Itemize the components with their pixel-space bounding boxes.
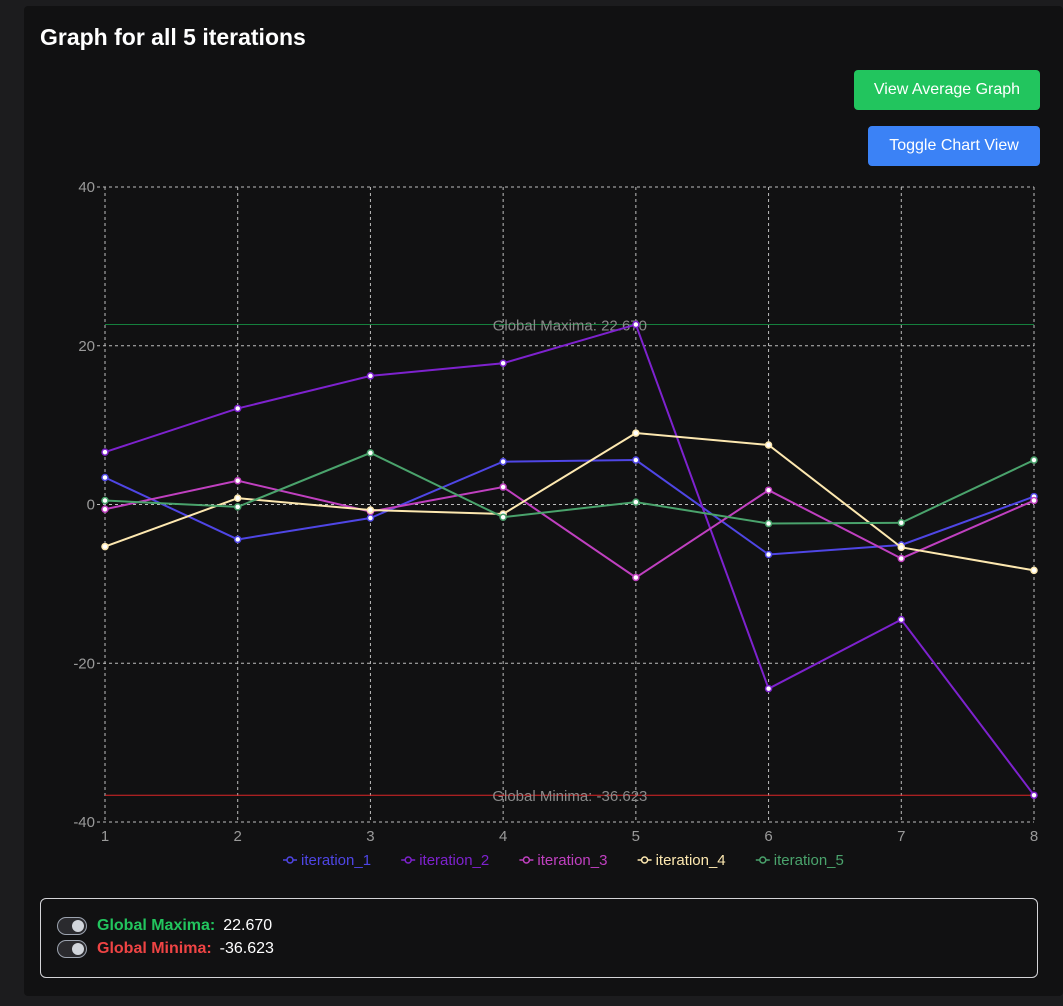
data-point bbox=[366, 506, 375, 514]
global-stats-box: Global Maxima: 22.670 Global Minima: -36… bbox=[40, 898, 1038, 978]
x-tick-label: 6 bbox=[764, 828, 772, 845]
series-line bbox=[104, 451, 1035, 525]
data-point bbox=[101, 496, 109, 505]
global-minima-toggle[interactable] bbox=[57, 940, 87, 958]
annotation-label: Global Minima: -36.623 bbox=[492, 788, 647, 805]
data-point bbox=[764, 550, 773, 559]
data-point bbox=[632, 320, 640, 329]
x-tick-label: 1 bbox=[101, 828, 109, 845]
data-point bbox=[764, 486, 773, 494]
data-point bbox=[101, 542, 109, 551]
legend-swatch-point bbox=[404, 856, 412, 864]
data-point bbox=[366, 514, 375, 522]
data-point bbox=[764, 441, 773, 449]
data-point bbox=[366, 372, 375, 380]
y-tick-label: -40 bbox=[73, 814, 95, 831]
data-point bbox=[632, 456, 640, 464]
data-point bbox=[897, 519, 906, 527]
data-point bbox=[233, 494, 242, 502]
data-point bbox=[1030, 566, 1038, 575]
data-point bbox=[233, 503, 242, 511]
x-tick-label: 5 bbox=[632, 828, 640, 845]
x-tick-label: 3 bbox=[366, 828, 374, 845]
x-tick-label: 8 bbox=[1030, 828, 1038, 845]
annotation-label: Global Maxima: 22.670 bbox=[493, 318, 647, 335]
data-point bbox=[499, 359, 507, 367]
toggle-knob bbox=[72, 920, 84, 932]
graph-panel: Graph for all 5 iterations View Average … bbox=[24, 6, 1063, 996]
global-maxima-value: 22.670 bbox=[223, 917, 273, 934]
legend-swatch-point bbox=[759, 856, 767, 864]
y-tick-label: 40 bbox=[78, 179, 95, 196]
y-tick-label: 20 bbox=[78, 338, 95, 355]
legend-label: iteration_3 bbox=[537, 852, 607, 869]
y-tick-label: 0 bbox=[87, 497, 95, 514]
data-point bbox=[764, 519, 773, 528]
data-point bbox=[632, 573, 640, 582]
legend-label: iteration_5 bbox=[774, 852, 844, 869]
data-point bbox=[632, 498, 640, 506]
data-point bbox=[764, 684, 773, 693]
line-chart: 1 2 3 4 5 6 7 8 -40 -20 0 20 40 Global Maxima: 22.670… bbox=[73, 179, 1038, 869]
data-point bbox=[233, 404, 242, 413]
series-line bbox=[104, 479, 1035, 579]
legend-swatch-point bbox=[640, 856, 649, 864]
global-minima-row: Global Minima: -36.623 bbox=[57, 940, 274, 958]
series-line bbox=[104, 432, 1035, 572]
data-point bbox=[1030, 791, 1038, 799]
data-point bbox=[101, 505, 109, 514]
global-maxima-label: Global Maxima: bbox=[97, 917, 216, 934]
data-point bbox=[499, 513, 507, 521]
data-point bbox=[632, 429, 640, 437]
series-line bbox=[104, 323, 1035, 796]
x-tick-label: 2 bbox=[234, 828, 242, 845]
global-maxima-toggle[interactable] bbox=[57, 917, 87, 935]
data-point bbox=[1030, 456, 1038, 464]
global-maxima-row: Global Maxima: 22.670 bbox=[57, 917, 272, 935]
legend-swatch-point bbox=[286, 856, 294, 864]
y-tick-label: -20 bbox=[73, 655, 95, 672]
legend-swatch-point bbox=[522, 856, 531, 864]
data-point bbox=[897, 615, 906, 624]
toggle-knob bbox=[72, 943, 84, 955]
data-point bbox=[233, 535, 242, 544]
data-point bbox=[101, 473, 109, 482]
data-point bbox=[233, 476, 242, 485]
global-minima-label: Global Minima: bbox=[97, 940, 212, 957]
legend-label: iteration_1 bbox=[301, 852, 371, 869]
data-point bbox=[499, 457, 507, 466]
data-point bbox=[897, 554, 906, 563]
x-tick-label: 4 bbox=[499, 828, 507, 845]
x-tick-label: 7 bbox=[897, 828, 905, 845]
global-minima-value: -36.623 bbox=[219, 940, 274, 957]
legend-label: iteration_4 bbox=[656, 852, 726, 869]
data-point bbox=[101, 448, 109, 456]
data-point bbox=[1030, 496, 1038, 505]
legend-label: iteration_2 bbox=[419, 852, 489, 869]
data-point bbox=[499, 483, 507, 491]
data-point bbox=[897, 543, 906, 552]
data-point bbox=[366, 449, 375, 457]
